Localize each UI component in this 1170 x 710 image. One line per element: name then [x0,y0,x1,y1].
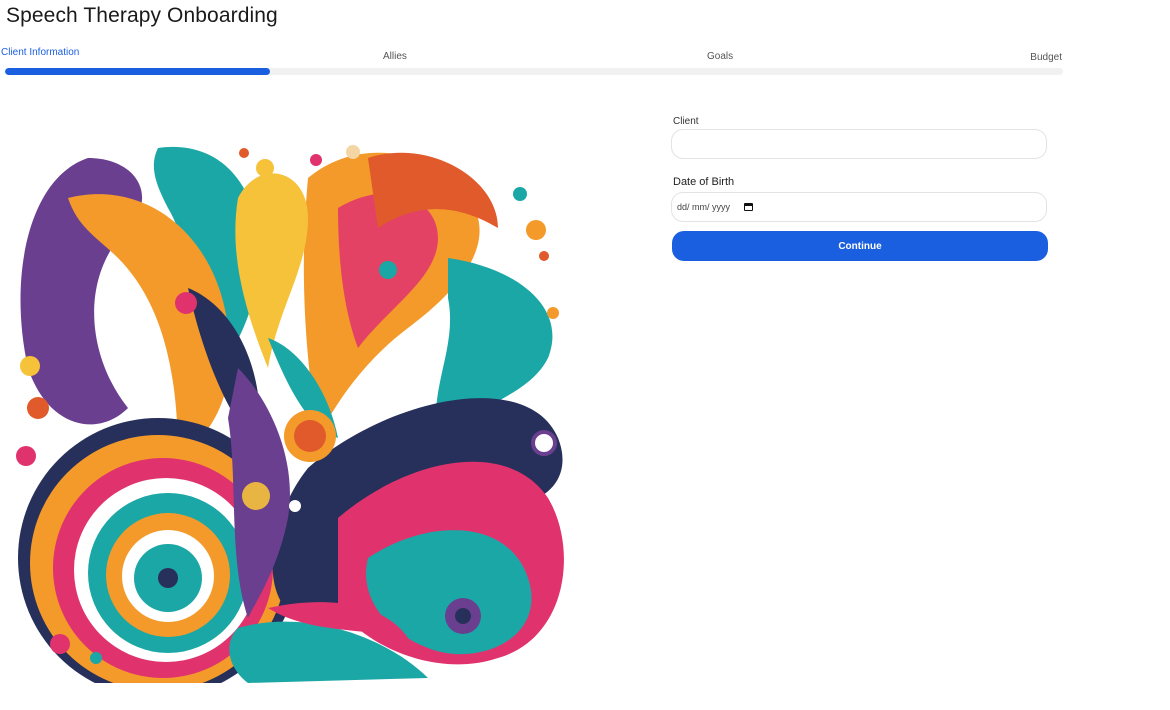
progress-track [5,68,1063,75]
onboarding-page: Speech Therapy Onboarding Client Informa… [0,0,1170,710]
step-client-information[interactable]: Client Information [1,47,79,58]
hero-illustration [8,138,583,683]
abstract-swirl-image [16,145,564,683]
date-of-birth-input[interactable]: dd/ mm/ yyyy [671,192,1047,222]
progress-stepper: Client Information Allies Goals Budget [0,44,1066,78]
page-title: Speech Therapy Onboarding [6,4,278,27]
client-input[interactable] [671,129,1047,159]
step-allies[interactable]: Allies [383,51,407,62]
step-budget[interactable]: Budget [1030,52,1062,63]
date-of-birth-label: Date of Birth [673,176,735,188]
continue-button[interactable]: Continue [672,231,1048,261]
step-goals[interactable]: Goals [707,51,733,62]
calendar-icon[interactable] [744,203,754,211]
progress-fill [5,68,270,75]
client-form: Client Date of Birth dd/ mm/ yyyy Contin… [671,116,1048,261]
client-label: Client [673,116,699,127]
date-placeholder: dd/ mm/ yyyy [677,202,731,212]
